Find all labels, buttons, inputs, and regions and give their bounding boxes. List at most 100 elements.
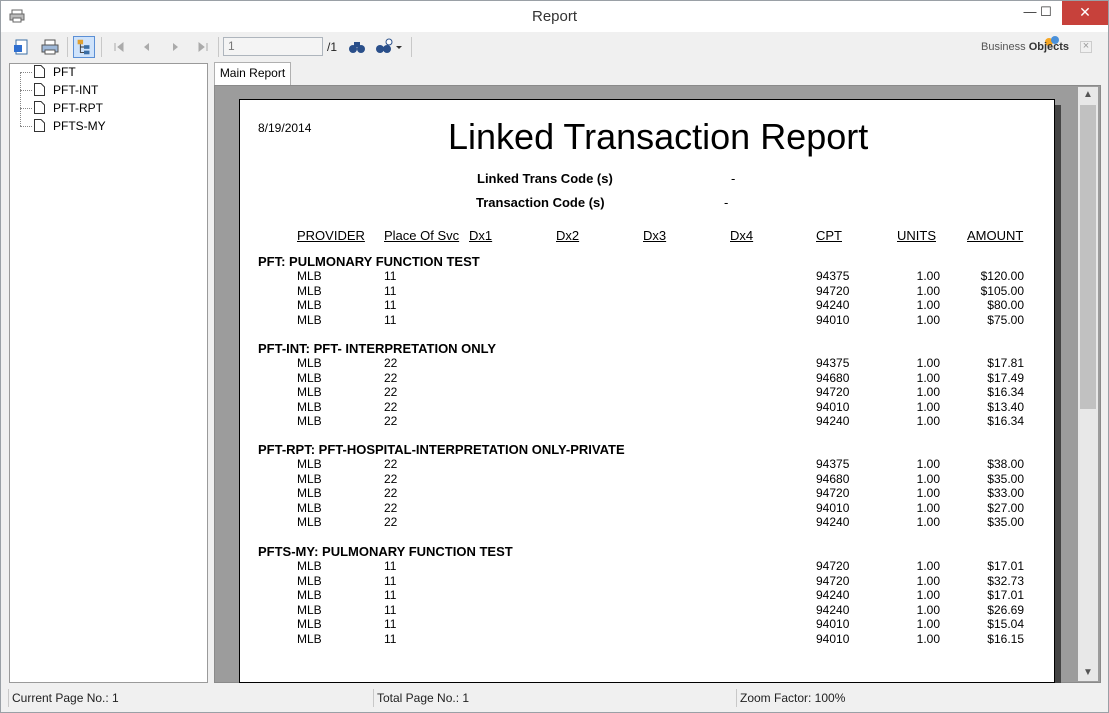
scroll-thumb[interactable] [1080, 105, 1096, 409]
toolbar-separator [218, 37, 219, 57]
toolbar: 1 /1 Business Objects × [1, 32, 1108, 62]
cell-provider: MLB [297, 500, 322, 515]
export-icon[interactable] [11, 36, 33, 58]
close-button[interactable]: ✕ [1062, 1, 1108, 25]
page-shadow [1055, 105, 1061, 683]
cell-units: 1.00 [916, 632, 940, 646]
cell-cpt: 94720 [816, 283, 850, 298]
cell-place-of-svc: 11 [384, 588, 397, 603]
cell-place-of-svc: 22 [384, 486, 398, 501]
toolbar-separator [67, 37, 68, 57]
cell-provider: MLB [297, 370, 322, 385]
cell-place-of-svc: 11 [384, 298, 397, 313]
cell-place-of-svc: 22 [384, 356, 398, 370]
cell-cpt: 94720 [816, 486, 850, 501]
cell-units: 1.00 [916, 414, 940, 429]
cell-place-of-svc: 11 [384, 602, 397, 617]
cell-amount: $16.15 [987, 632, 1024, 646]
cell-place-of-svc: 11 [384, 283, 397, 298]
page-total-label: /1 [327, 40, 338, 54]
cell-units: 1.00 [916, 573, 940, 588]
cell-cpt: 94680 [816, 471, 850, 486]
cell-units: 1.00 [916, 312, 940, 327]
find-text-icon[interactable] [346, 36, 368, 58]
title-bar: Report — ☐ ✕ [1, 1, 1108, 32]
tree-item-label: PFT [53, 65, 76, 79]
zoom-factor-status: Zoom Factor: 100% [736, 689, 1100, 707]
cell-place-of-svc: 11 [384, 559, 397, 573]
maximize-button[interactable]: ☐ [1031, 1, 1061, 25]
cell-amount: $15.04 [987, 617, 1024, 632]
page-number-input[interactable]: 1 [223, 37, 323, 56]
tree-connector [20, 90, 32, 91]
document-icon [34, 119, 45, 132]
scroll-up-icon[interactable]: ▲ [1078, 87, 1098, 103]
previous-page-icon[interactable] [135, 36, 157, 58]
zoom-dropdown-chevron-down-icon[interactable] [393, 36, 405, 58]
cell-place-of-svc: 22 [384, 457, 398, 471]
cell-place-of-svc: 22 [384, 385, 398, 400]
window-title: Report [531, 8, 578, 25]
cell-amount: $27.00 [987, 500, 1024, 515]
cell-units: 1.00 [916, 457, 940, 471]
cell-units: 1.00 [916, 269, 940, 283]
cell-provider: MLB [297, 399, 322, 414]
cell-cpt: 94240 [816, 588, 850, 603]
cell-amount: $16.34 [987, 414, 1024, 429]
cell-cpt: 94010 [816, 399, 850, 414]
zoom-icon[interactable] [373, 36, 395, 58]
cell-provider: MLB [297, 283, 322, 298]
cell-provider: MLB [297, 298, 322, 313]
linked-trans-code-label: Linked Trans Code (s) [477, 171, 613, 186]
column-header-amount: AMOUNT [967, 228, 1024, 243]
scroll-down-icon[interactable]: ▼ [1078, 665, 1098, 681]
cell-cpt: 94375 [816, 356, 850, 370]
cell-place-of-svc: 11 [384, 617, 397, 632]
document-icon [34, 101, 45, 114]
cell-amount: $13.40 [987, 399, 1024, 414]
cell-units: 1.00 [916, 515, 940, 530]
toolbar-separator [101, 37, 102, 57]
cell-provider: MLB [297, 617, 322, 632]
first-page-icon[interactable] [108, 36, 130, 58]
report-page: 8/19/2014 Linked Transaction Report Link… [239, 99, 1055, 683]
tree-connector [20, 72, 21, 126]
cell-units: 1.00 [916, 385, 940, 400]
group-header: PFT-RPT: PFT-HOSPITAL-INTERPRETATION ONL… [258, 442, 625, 457]
vertical-scrollbar[interactable]: ▲ ▼ [1078, 87, 1098, 681]
cell-amount: $35.00 [987, 515, 1024, 530]
cell-cpt: 94720 [816, 385, 850, 400]
cell-place-of-svc: 22 [384, 399, 398, 414]
column-header-cpt: CPT [816, 228, 842, 243]
next-page-icon[interactable] [164, 36, 186, 58]
cell-provider: MLB [297, 588, 322, 603]
group-header: PFT-INT: PFT- INTERPRETATION ONLY [258, 341, 497, 356]
tab-main-report[interactable]: Main Report [214, 62, 291, 85]
cell-place-of-svc: 22 [384, 500, 398, 515]
linked-trans-code-value: - [731, 171, 736, 186]
cell-place-of-svc: 11 [384, 312, 397, 327]
tree-item-label: PFT-INT [53, 83, 99, 97]
cell-amount: $80.00 [987, 298, 1024, 313]
cell-provider: MLB [297, 515, 322, 530]
cell-units: 1.00 [916, 602, 940, 617]
group-tree-toggle-icon[interactable] [73, 36, 95, 58]
print-icon[interactable] [39, 36, 61, 58]
tree-item-label: PFTS-MY [53, 119, 106, 133]
cell-units: 1.00 [916, 559, 940, 573]
cell-amount: $17.81 [987, 356, 1024, 370]
report-title: Linked Transaction Report [448, 116, 869, 157]
cell-provider: MLB [297, 269, 322, 283]
last-page-icon[interactable] [192, 36, 214, 58]
close-group-tree-icon[interactable]: × [1080, 41, 1092, 53]
cell-cpt: 94010 [816, 632, 850, 646]
cell-amount: $17.01 [987, 588, 1024, 603]
cell-provider: MLB [297, 602, 322, 617]
cell-place-of-svc: 22 [384, 370, 398, 385]
cell-place-of-svc: 22 [384, 471, 398, 486]
cell-cpt: 94375 [816, 457, 850, 471]
cell-cpt: 94240 [816, 298, 850, 313]
column-header-units: UNITS [897, 228, 936, 243]
column-header-dx3: Dx3 [643, 228, 667, 243]
report-window: Report — ☐ ✕ 1 /1 Business Objects × PFT… [0, 0, 1109, 713]
